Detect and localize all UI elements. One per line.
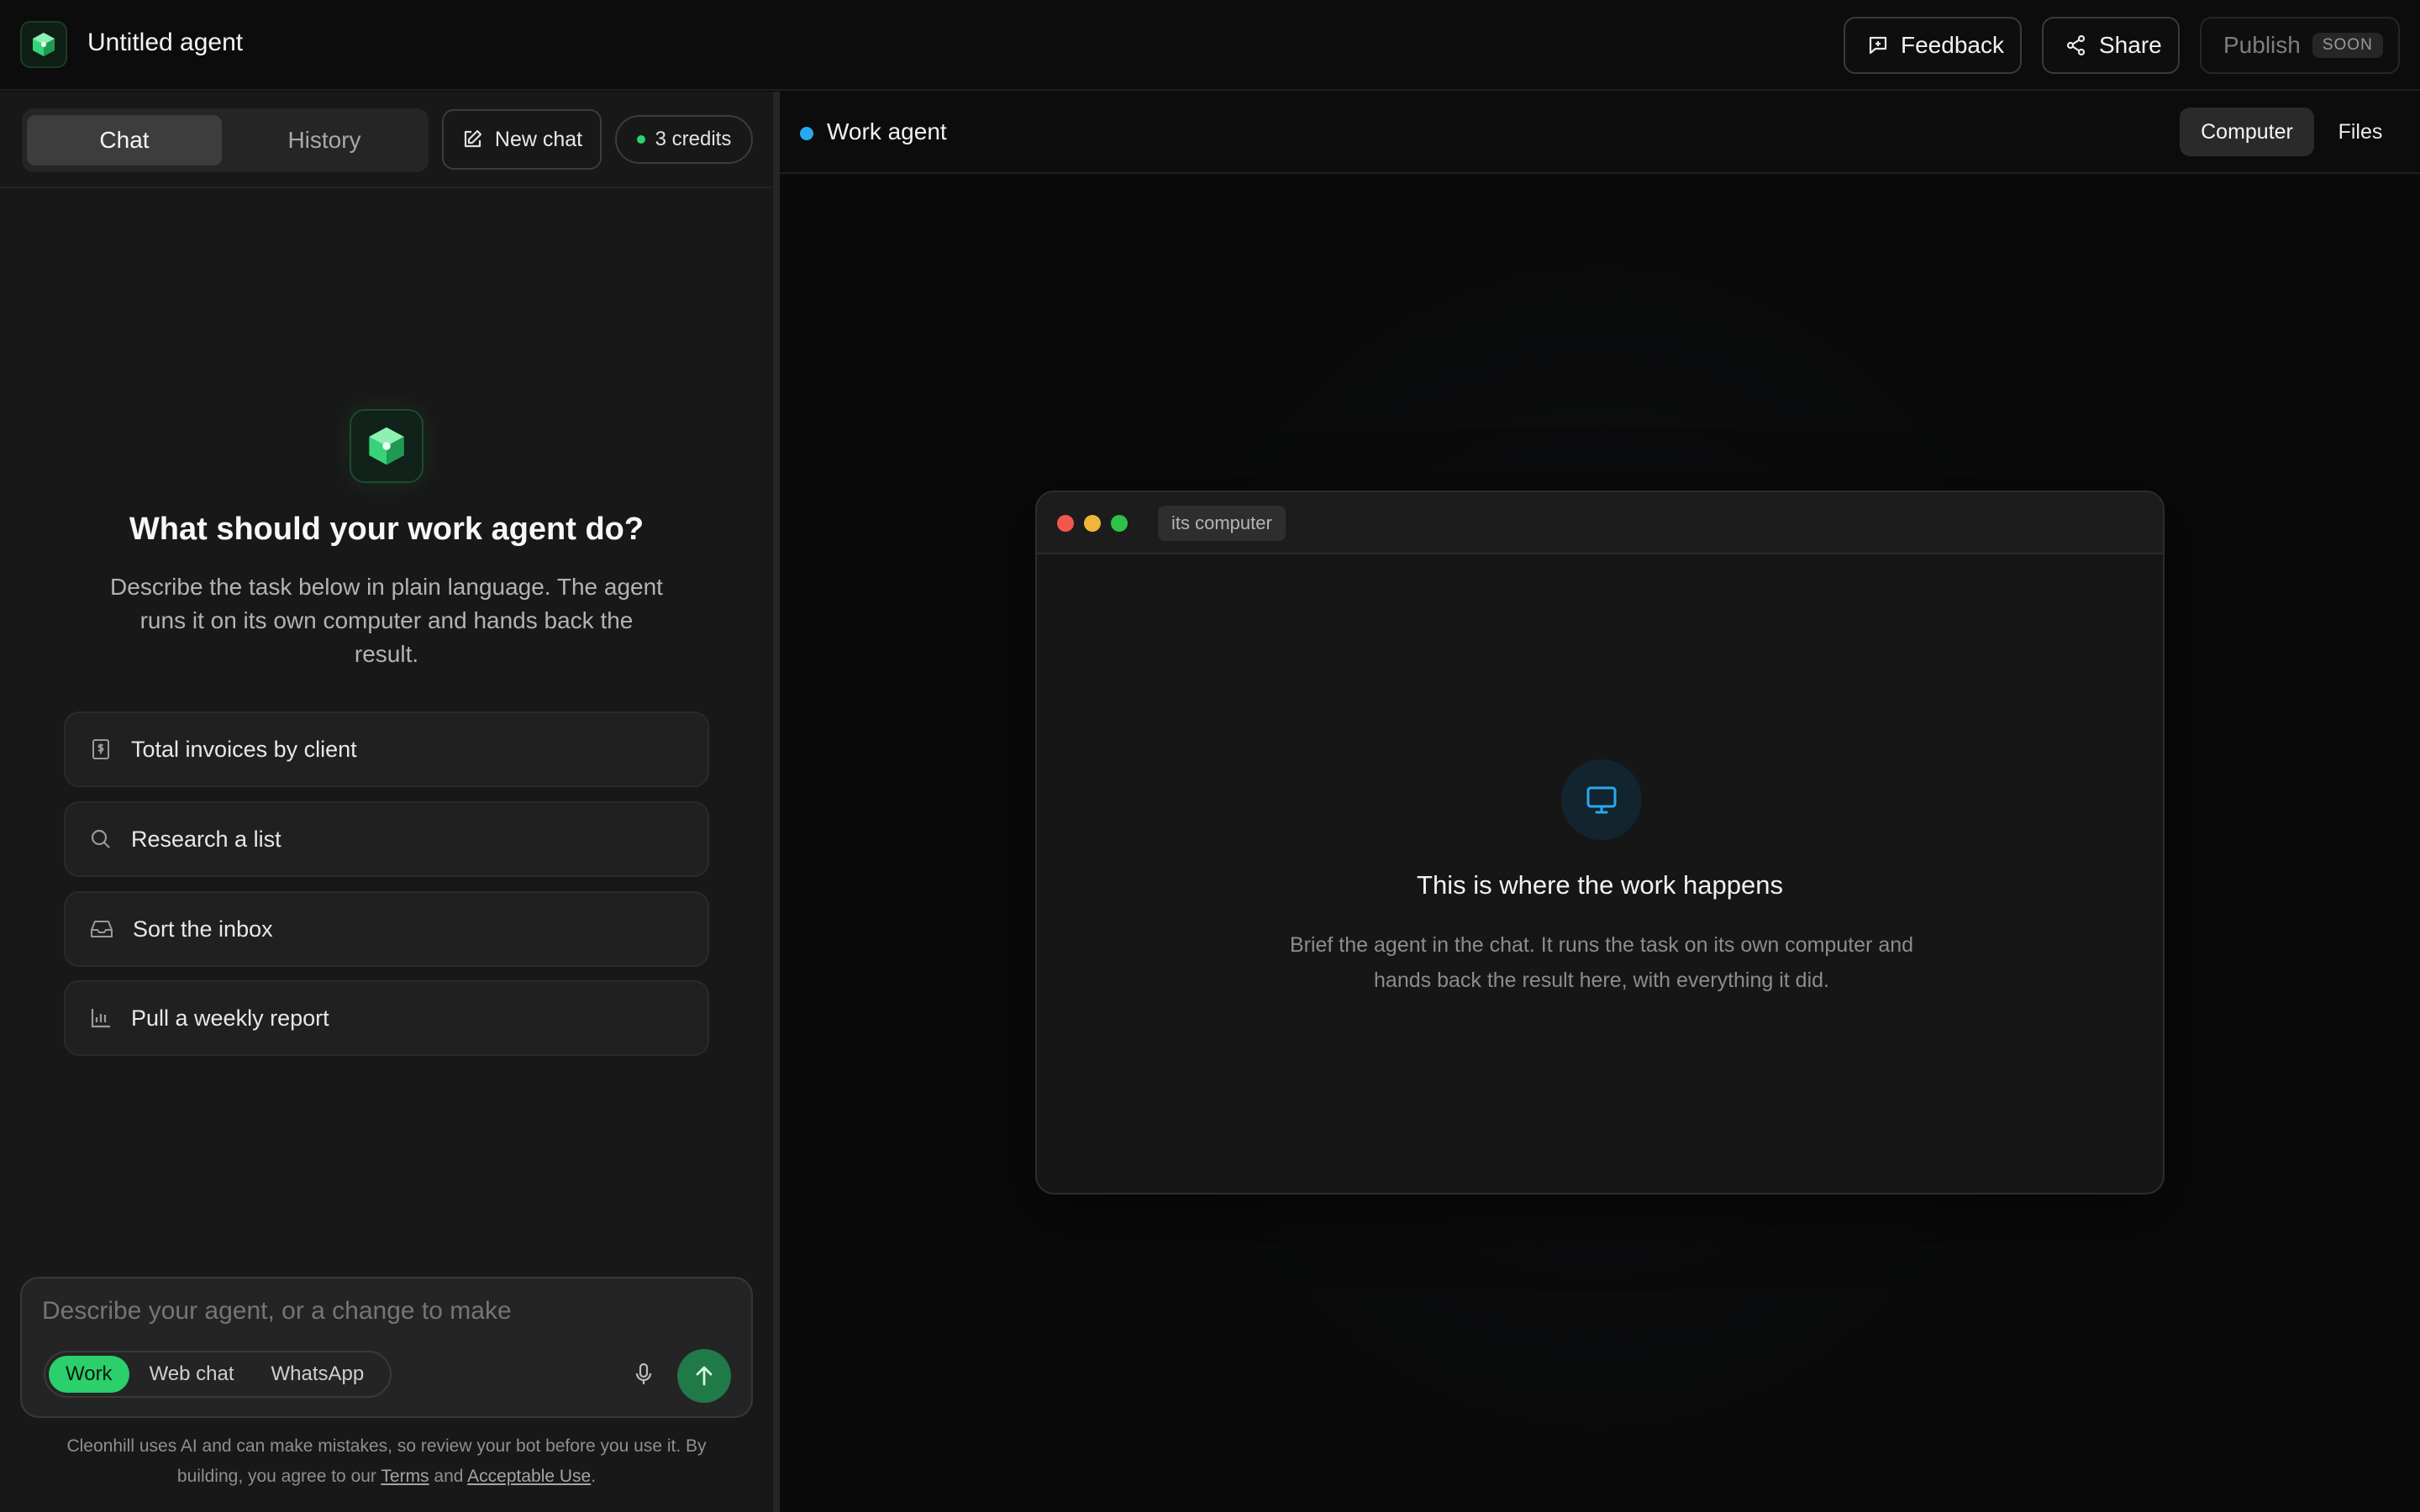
edit-icon xyxy=(464,129,481,148)
credits-label: 3 credits xyxy=(655,128,732,150)
disclaimer-suffix: . xyxy=(591,1467,597,1486)
share-icon xyxy=(2066,34,2086,56)
suggestion-weekly-report[interactable]: Pull a weekly report xyxy=(64,980,709,1056)
tab-files[interactable]: Files xyxy=(2314,108,2407,156)
credits-badge[interactable]: 3 credits xyxy=(615,115,753,164)
app-logo-icon xyxy=(20,21,67,68)
suggestion-research-list[interactable]: Research a list xyxy=(64,801,709,877)
app-title[interactable]: Untitled agent xyxy=(87,29,243,57)
share-label: Share xyxy=(2099,32,2162,58)
message-composer: Work Web chat WhatsApp xyxy=(20,1277,753,1418)
monitor-icon xyxy=(1561,759,1642,840)
channel-mode-selector: Work Web chat WhatsApp xyxy=(44,1351,392,1398)
arrow-up-icon xyxy=(696,1366,713,1386)
new-chat-button[interactable]: New chat xyxy=(442,109,602,170)
search-icon xyxy=(91,829,110,848)
empty-state-title: This is where the work happens xyxy=(1417,870,1783,900)
window-tag: its computer xyxy=(1158,506,1286,541)
suggestion-sort-inbox[interactable]: Sort the inbox xyxy=(64,891,709,967)
workspace-panel: Work agent Computer Files its computer T… xyxy=(780,92,2420,1512)
empty-state-subtitle: Brief the agent in the chat. It runs the… xyxy=(1289,933,1914,992)
microphone-icon xyxy=(635,1362,652,1384)
disclaimer-and: and xyxy=(434,1467,464,1486)
suggestion-label: Sort the inbox xyxy=(133,916,273,942)
feedback-label: Feedback xyxy=(1901,32,2004,58)
message-input[interactable] xyxy=(42,1297,714,1326)
window-title-bar: its computer xyxy=(1037,492,2163,554)
suggestion-label: Total invoices by client xyxy=(131,736,357,762)
agent-cube-icon xyxy=(350,409,424,483)
suggestion-label: Pull a weekly report xyxy=(131,1005,329,1031)
resize-handle[interactable] xyxy=(773,92,780,1512)
soon-badge: SOON xyxy=(2312,33,2383,58)
invoice-icon xyxy=(92,739,109,759)
bar-chart-icon xyxy=(91,1009,110,1028)
panel-divider xyxy=(0,186,773,188)
close-dot-icon xyxy=(1057,515,1074,532)
publish-label: Publish xyxy=(2223,32,2301,58)
minimize-dot-icon xyxy=(1084,515,1101,532)
computer-window: its computer This is where the work happ… xyxy=(1035,491,2165,1194)
suggestion-label: Research a list xyxy=(131,826,281,852)
acceptable-use-link[interactable]: Acceptable Use xyxy=(467,1467,591,1486)
publish-button[interactable]: Publish SOON xyxy=(2200,17,2400,74)
hero-title: What should your work agent do? xyxy=(129,512,644,547)
maximize-dot-icon xyxy=(1111,515,1128,532)
tab-chat[interactable]: Chat xyxy=(27,115,222,165)
terms-link[interactable]: Terms xyxy=(381,1467,429,1486)
inbox-icon xyxy=(91,921,113,937)
feedback-icon xyxy=(1869,36,1887,55)
view-tabs: Computer Files xyxy=(2180,108,2407,156)
microphone-button[interactable] xyxy=(627,1357,660,1391)
disclaimer: Cleonhill uses AI and can make mistakes,… xyxy=(34,1431,739,1492)
workspace-header: Work agent Computer Files xyxy=(780,92,2420,174)
credits-status-dot xyxy=(636,135,645,144)
agent-status-dot xyxy=(800,127,813,140)
hero-subtitle: Describe the task below in plain languag… xyxy=(110,574,663,667)
share-button[interactable]: Share xyxy=(2042,17,2180,74)
feedback-button[interactable]: Feedback xyxy=(1844,17,2022,74)
send-button[interactable] xyxy=(677,1349,731,1403)
mode-whatsapp[interactable]: WhatsApp xyxy=(255,1356,381,1393)
agent-name: Work agent xyxy=(827,118,947,144)
tab-history[interactable]: History xyxy=(227,115,422,165)
tab-computer[interactable]: Computer xyxy=(2180,108,2314,156)
top-bar: Untitled agent Feedback Share Publish SO… xyxy=(0,0,2420,91)
mode-web-chat[interactable]: Web chat xyxy=(133,1356,251,1393)
suggestion-total-invoices[interactable]: Total invoices by client xyxy=(64,711,709,787)
chat-panel: Chat History New chat 3 credits What sho… xyxy=(0,92,773,1512)
chat-history-toggle: Chat History xyxy=(22,108,429,172)
mode-work[interactable]: Work xyxy=(49,1356,129,1393)
new-chat-label: New chat xyxy=(494,127,583,151)
